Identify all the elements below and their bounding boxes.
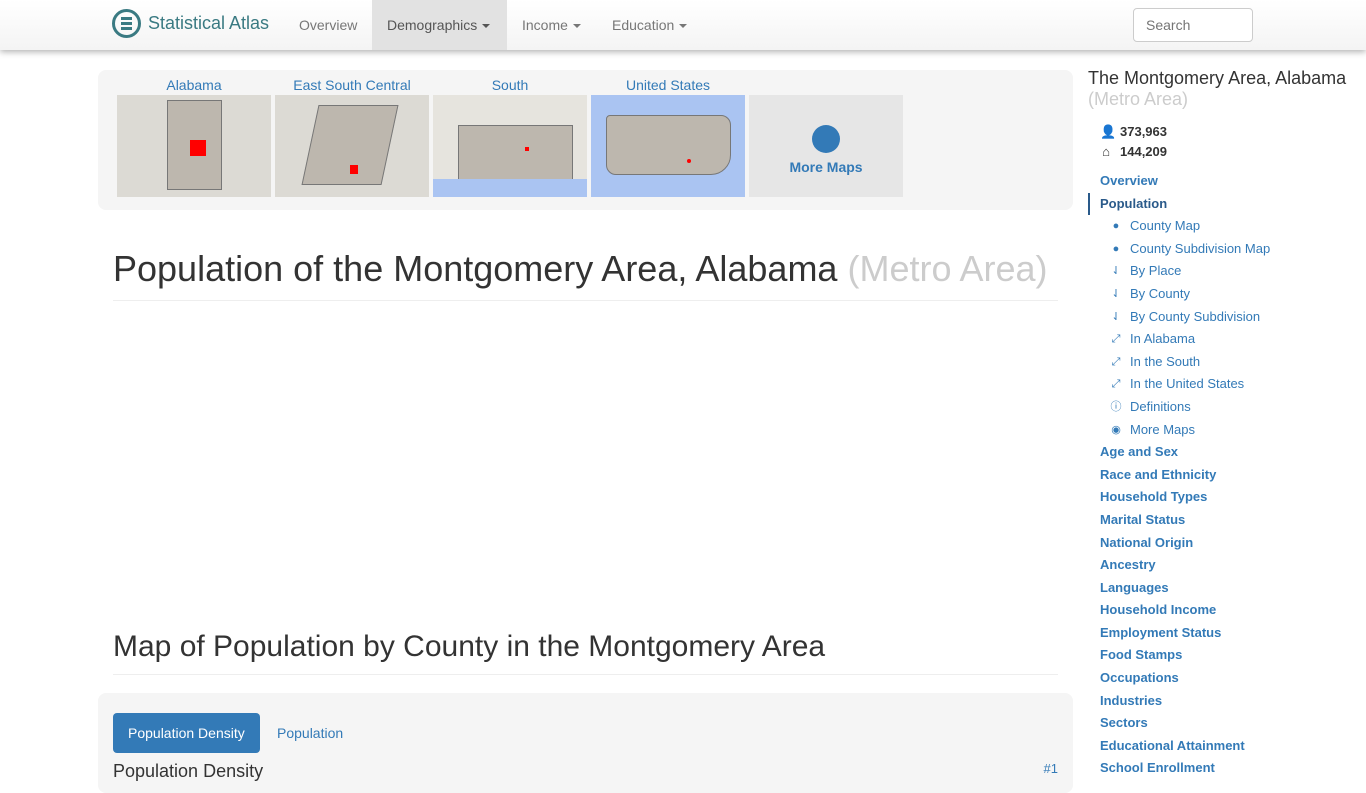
sidebar-item[interactable]: Marital Status [1088,509,1366,532]
sidebar-item[interactable]: National Origin [1088,532,1366,555]
tab-population-density[interactable]: Population Density [113,713,260,753]
thumb-label: South [491,77,529,93]
subitem-label: County Subdivision Map [1130,240,1271,256]
subitem-label: Definitions [1130,398,1191,414]
sort-icon: ⇃ [1111,265,1121,278]
map-marker-icon: ● [1112,242,1120,255]
navbar: Statistical Atlas Overview Demographics … [0,0,1366,50]
thumb-label: United States [625,77,711,93]
tab-population[interactable]: Population [262,713,358,753]
panel-subheading: Population Density [113,761,264,781]
sidebar-item[interactable]: Languages [1088,577,1366,600]
subitem-label: More Maps [1130,421,1196,437]
subitem-label: By Place [1130,263,1182,279]
nav-overview[interactable]: Overview [284,0,372,50]
brand-link[interactable]: Statistical Atlas [112,9,269,38]
sidebar-item[interactable]: Sectors [1088,712,1366,735]
sort-icon: ⇃ [1111,310,1121,323]
map-marker-icon: ● [1112,220,1120,233]
stats: 👤 373,963 ⌂ 144,209 [1100,122,1366,162]
sidebar-subitem[interactable]: ⤢ In the South [1088,351,1366,374]
globe-icon [812,125,840,153]
sort-icon: ⇃ [1111,287,1121,300]
sidebar-title: The Montgomery Area, Alabama (Metro Area) [1088,68,1366,110]
sidebar-item[interactable]: Employment Status [1088,622,1366,645]
sidebar-item[interactable]: School Enrollment [1088,757,1366,780]
population-count: 373,963 [1120,124,1167,139]
sidebar-subitem[interactable]: ● County Subdivision Map [1088,238,1366,261]
sidebar-item[interactable]: Household Types [1088,486,1366,509]
sidebar-subitem[interactable]: ⇃ By County Subdivision [1088,306,1366,329]
section-title: Map of Population by County in the Montg… [113,630,1058,675]
map-image [591,95,745,197]
thumb-east-south-central[interactable]: East South Central [275,70,429,197]
nav-label: Education [612,17,675,33]
thumb-label: East South Central [293,77,411,93]
sidebar: The Montgomery Area, Alabama (Metro Area)… [1088,68,1366,780]
sidebar-item[interactable]: Industries [1088,690,1366,713]
sidebar-item[interactable]: Age and Sex [1088,441,1366,464]
logo-icon [112,9,141,38]
sidebar-subitem[interactable]: ⇃ By County [1088,283,1366,306]
subitem-label: In the United States [1130,376,1245,392]
caret-down-icon [679,24,688,29]
caret-down-icon [482,24,491,29]
nav-education[interactable]: Education [597,0,702,50]
sidebar-item[interactable]: Occupations [1088,667,1366,690]
rank-link[interactable]: #1 [1044,761,1058,776]
nav-label: Demographics [387,17,478,33]
sidebar-item[interactable]: Household Income [1088,599,1366,622]
title-text: Population of the Montgomery Area, Alaba… [113,248,838,289]
search-input[interactable] [1133,8,1253,42]
more-maps-label: More Maps [789,159,863,175]
user-icon: 👤 [1100,124,1117,139]
sidebar-subitem[interactable]: ⓘ Definitions [1088,396,1366,419]
subitem-label: By County Subdivision [1130,308,1261,324]
expand-icon: ⤢ [1111,378,1121,391]
map-panel: Population Density Population Population… [98,693,1073,793]
title-muted: (Metro Area) [847,248,1048,289]
nav-label: Income [522,17,568,33]
sidebar-subitem[interactable]: ◉ More Maps [1088,419,1366,442]
sidebar-subitem[interactable]: ⤢ In Alabama [1088,328,1366,351]
sidebar-item[interactable]: Educational Attainment [1088,735,1366,758]
nav-income[interactable]: Income [507,0,596,50]
nav-demographics[interactable]: Demographics [372,0,507,50]
subitem-label: County Map [1130,218,1201,234]
subitem-label: In the South [1130,353,1201,369]
map-image [117,95,271,197]
sidebar-item[interactable]: Ancestry [1088,554,1366,577]
map-thumbnails: Alabama East South Central South United … [98,70,1073,210]
subitem-label: In Alabama [1130,331,1196,347]
sidebar-item[interactable]: Food Stamps [1088,644,1366,667]
sidebar-subitem[interactable]: ● County Map [1088,215,1366,238]
caret-down-icon [572,24,581,29]
map-image [275,95,429,197]
info-icon: ⓘ [1110,400,1122,413]
expand-icon: ⤢ [1111,355,1121,368]
sidebar-title-muted: (Metro Area) [1088,89,1189,109]
more-maps-button[interactable]: More Maps [749,70,903,197]
thumb-south[interactable]: South [433,70,587,197]
map-image [433,95,587,197]
home-icon: ⌂ [1102,144,1110,159]
thumb-united-states[interactable]: United States [591,70,745,197]
sidebar-subitem[interactable]: ⤢ In the United States [1088,373,1366,396]
sidebar-item-overview[interactable]: Overview [1088,170,1366,193]
thumb-alabama[interactable]: Alabama [117,70,271,197]
expand-icon: ⤢ [1111,333,1121,346]
subitem-label: By County [1130,285,1190,301]
sidebar-subitem[interactable]: ⇃ By Place [1088,260,1366,283]
thumb-label: Alabama [166,77,222,93]
globe-icon: ◉ [1111,423,1121,436]
sidebar-title-text: The Montgomery Area, Alabama [1088,68,1347,88]
sidebar-item-population[interactable]: Population [1088,192,1366,216]
sidebar-item[interactable]: Race and Ethnicity [1088,464,1366,487]
brand-name: Statistical Atlas [148,13,270,33]
page-title: Population of the Montgomery Area, Alaba… [113,248,1058,301]
household-count: 144,209 [1120,144,1167,159]
